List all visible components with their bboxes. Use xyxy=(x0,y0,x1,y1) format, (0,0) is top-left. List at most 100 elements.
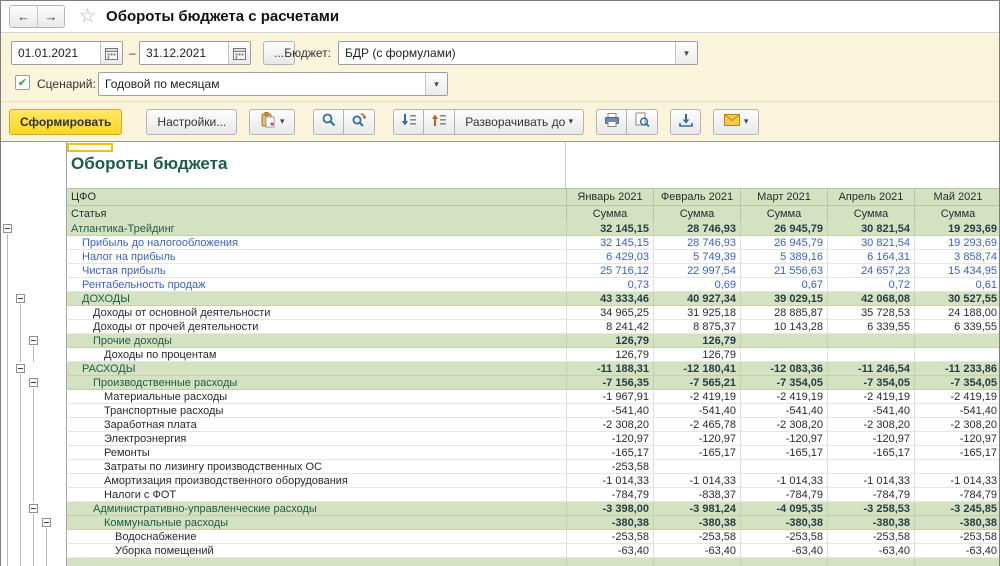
cell-value[interactable]: -541,40 xyxy=(566,404,653,418)
cell-value[interactable]: -63,40 xyxy=(827,544,914,558)
print-preview-button[interactable] xyxy=(627,109,658,135)
back-button[interactable]: ← xyxy=(10,6,37,27)
row-label[interactable]: Доходы от прочей деятельности xyxy=(66,320,566,334)
cell-value[interactable]: -120,97 xyxy=(740,432,827,446)
cell-value[interactable] xyxy=(914,348,999,362)
cell-value[interactable]: -2 308,20 xyxy=(740,418,827,432)
cell-value[interactable]: 28 746,93 xyxy=(653,236,740,250)
cell-value[interactable]: 3 858,74 xyxy=(914,250,999,264)
row-label[interactable]: Коммунальные расходы xyxy=(66,516,566,530)
cell-value[interactable]: -1 014,33 xyxy=(566,474,653,488)
cell-value[interactable]: -7 354,05 xyxy=(914,376,999,390)
cell-value[interactable]: 126,79 xyxy=(653,348,740,362)
cell-value[interactable]: -253,58 xyxy=(827,530,914,544)
cell-value[interactable]: -784,79 xyxy=(827,488,914,502)
row-label[interactable]: Заработная плата xyxy=(66,418,566,432)
cell-value[interactable]: 26 945,79 xyxy=(740,222,827,236)
cell-value[interactable]: -2 419,19 xyxy=(653,390,740,404)
cell-value[interactable]: -2 419,19 xyxy=(740,390,827,404)
cell-value[interactable]: 42 068,08 xyxy=(827,292,914,306)
scenario-value[interactable]: Годовой по месяцам xyxy=(99,73,425,95)
cell-value[interactable]: -165,17 xyxy=(827,446,914,460)
cell-value[interactable]: -2 419,19 xyxy=(914,390,999,404)
mail-split-button[interactable]: ▾ xyxy=(713,109,759,135)
expand-groups-button[interactable] xyxy=(393,109,424,135)
cell-value[interactable]: 126,79 xyxy=(653,334,740,348)
cell-value[interactable] xyxy=(827,348,914,362)
cell-value[interactable]: 6 164,31 xyxy=(827,250,914,264)
cell-value[interactable]: 10 143,28 xyxy=(740,320,827,334)
cell-value[interactable]: 15 434,95 xyxy=(914,264,999,278)
column-header-month[interactable]: Февраль 2021 xyxy=(653,188,740,205)
row-label[interactable]: Уборка помещений xyxy=(66,544,566,558)
row-label[interactable]: Прибыль до налогообложения xyxy=(66,236,566,250)
cell-value[interactable]: -253,58 xyxy=(914,530,999,544)
collapse-minus-icon[interactable] xyxy=(29,336,38,345)
tree-expander[interactable] xyxy=(40,516,53,530)
cell-value[interactable]: -2 308,20 xyxy=(914,418,999,432)
cell-value[interactable]: 39 029,15 xyxy=(740,292,827,306)
budget-value[interactable]: БДР (с формулами) xyxy=(339,42,675,64)
cell-value[interactable]: -380,38 xyxy=(566,516,653,530)
row-label[interactable]: Транспортные расходы xyxy=(66,404,566,418)
column-header-month[interactable]: Март 2021 xyxy=(740,188,827,205)
row-label[interactable]: Электроэнергия xyxy=(66,432,566,446)
row-label[interactable]: Чистая прибыль xyxy=(66,264,566,278)
row-label[interactable]: Амортизация производственного оборудован… xyxy=(66,474,566,488)
collapse-minus-icon[interactable] xyxy=(29,378,38,387)
cell-value[interactable]: -12 083,36 xyxy=(740,362,827,376)
column-header-month[interactable]: Май 2021 xyxy=(914,188,999,205)
row-label[interactable]: Рентабельность продаж xyxy=(66,278,566,292)
row-label[interactable]: Затраты по лизингу производственных ОС xyxy=(66,460,566,474)
cell-value[interactable]: -2 465,78 xyxy=(653,418,740,432)
cell-value[interactable]: -380,38 xyxy=(740,516,827,530)
settings-button[interactable]: Настройки... xyxy=(146,109,237,135)
cell-value[interactable]: 6 429,03 xyxy=(566,250,653,264)
cell-value[interactable]: 28 746,93 xyxy=(653,222,740,236)
cell-value[interactable]: 30 821,54 xyxy=(827,236,914,250)
cell-value[interactable] xyxy=(566,558,653,566)
search-button[interactable] xyxy=(313,109,344,135)
date-from-value[interactable]: 01.01.2021 xyxy=(12,42,100,64)
cell-value[interactable]: 0,72 xyxy=(827,278,914,292)
tree-expander[interactable] xyxy=(27,334,40,348)
copy-split-button[interactable]: ▾ xyxy=(249,109,295,135)
tree-expander[interactable] xyxy=(27,502,40,516)
collapse-minus-icon[interactable] xyxy=(16,364,25,373)
cell-value[interactable] xyxy=(653,558,740,566)
cell-value[interactable]: 19 293,69 xyxy=(914,236,999,250)
row-label[interactable]: Административно-управленческие расходы xyxy=(66,502,566,516)
tree-expander[interactable] xyxy=(27,376,40,390)
cell-value[interactable]: -380,38 xyxy=(827,516,914,530)
cell-value[interactable] xyxy=(740,460,827,474)
cell-value[interactable]: 30 821,54 xyxy=(827,222,914,236)
cell-value[interactable] xyxy=(827,558,914,566)
cell-value[interactable]: 24 657,23 xyxy=(827,264,914,278)
cell-value[interactable]: 26 945,79 xyxy=(740,236,827,250)
column-header-sum[interactable]: Сумма xyxy=(827,205,914,222)
row-label[interactable]: Ремонты xyxy=(66,446,566,460)
cell-value[interactable]: -120,97 xyxy=(653,432,740,446)
cell-value[interactable]: 8 241,42 xyxy=(566,320,653,334)
collapse-minus-icon[interactable] xyxy=(3,224,12,233)
cell-value[interactable]: 28 885,87 xyxy=(740,306,827,320)
cell-value[interactable]: -11 188,31 xyxy=(566,362,653,376)
cell-value[interactable]: -541,40 xyxy=(827,404,914,418)
corner-header-cfo[interactable]: ЦФО xyxy=(66,188,566,205)
cell-value[interactable]: -380,38 xyxy=(653,516,740,530)
cell-value[interactable]: -7 156,35 xyxy=(566,376,653,390)
cell-value[interactable]: -63,40 xyxy=(740,544,827,558)
cell-value[interactable] xyxy=(914,334,999,348)
cell-value[interactable]: -12 180,41 xyxy=(653,362,740,376)
cell-value[interactable]: 43 333,46 xyxy=(566,292,653,306)
cell-value[interactable]: -4 095,35 xyxy=(740,502,827,516)
row-label[interactable]: Атлантика-Трейдинг xyxy=(66,222,566,236)
cell-value[interactable]: 126,79 xyxy=(566,348,653,362)
scenario-dropdown-icon[interactable]: ▾ xyxy=(425,73,447,95)
collapse-minus-icon[interactable] xyxy=(42,518,51,527)
cell-value[interactable]: 30 527,55 xyxy=(914,292,999,306)
cell-value[interactable]: -2 308,20 xyxy=(566,418,653,432)
corner-header-item[interactable]: Статья xyxy=(66,205,566,222)
cell-value[interactable]: -120,97 xyxy=(914,432,999,446)
collapse-minus-icon[interactable] xyxy=(16,294,25,303)
